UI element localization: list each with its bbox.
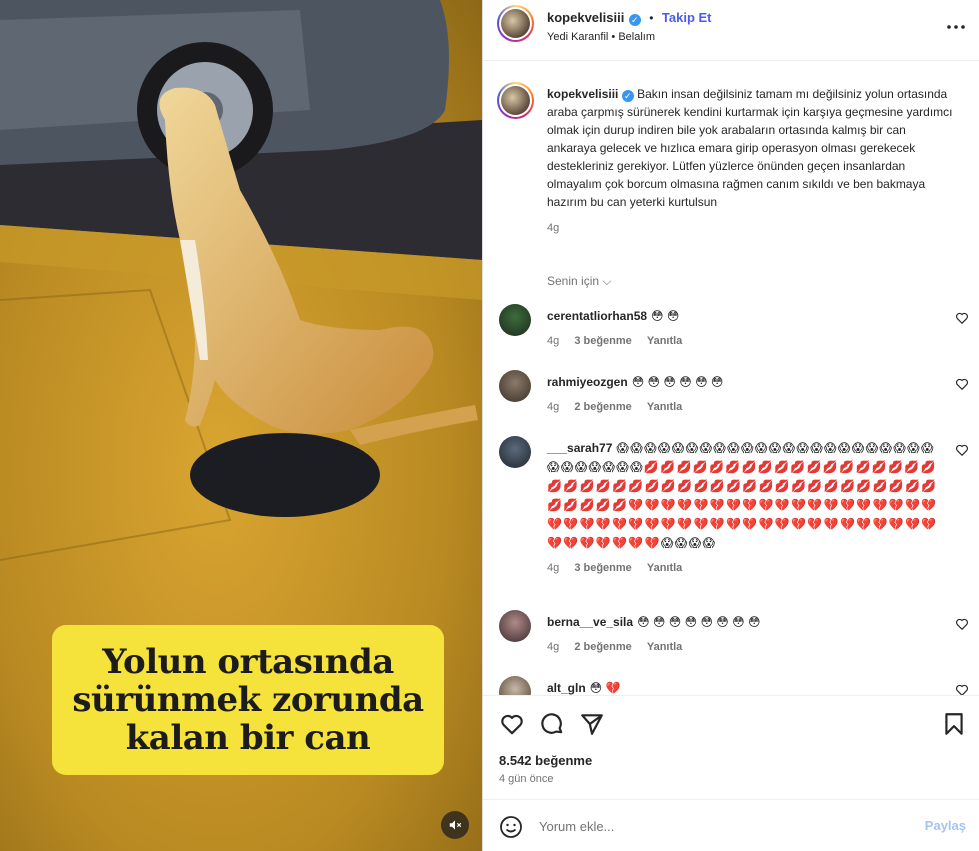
author-avatar[interactable] [497,5,534,42]
commenter-avatar[interactable] [499,370,531,402]
post-video[interactable]: Yolun ortasında sürünmek zorunda kalan b… [0,0,482,851]
for-you-label: Senin için [547,274,600,288]
volume-off-icon [449,820,462,830]
reply-button[interactable]: Yanıtla [647,641,682,653]
comment-text: 😳 😳 😳 😳 😳 😳 [631,375,724,389]
comment-icon[interactable] [539,711,565,737]
comment-likes[interactable]: 2 beğenme [574,401,631,413]
comment-likes[interactable]: 3 beğenme [574,562,631,574]
commenter-avatar[interactable] [499,610,531,642]
comment-text: 😳 😳 😳 😳 😳 😳 😳 😳 [637,615,761,629]
reply-button[interactable]: Yanıtla [647,335,682,347]
post-header: kopekvelisiii ✓ • Takip Et Yedi Karanfil… [483,0,979,61]
post-side-panel: kopekvelisiii ✓ • Takip Et Yedi Karanfil… [482,0,979,851]
heart-outline-icon[interactable] [499,711,525,737]
bookmark-icon[interactable] [941,711,967,737]
music-title: Belalım [618,31,656,43]
author-username[interactable]: kopekvelisiii [547,10,624,25]
comment-username[interactable]: rahmiyeozgen [547,375,628,389]
comment-likes[interactable]: 3 beğenme [574,335,631,347]
comment-composer: Paylaş [483,799,979,851]
verified-badge-icon: ✓ [628,14,641,26]
separator-dot: • [611,31,616,43]
comment-text: 😱 😱 😱 😱 😱 😱 😱 😱 😱 😱 😱 😱 😱 😱 😱 😱 😱 😱 😱 😱 … [547,441,936,550]
comment-item: berna__ve_sila 😳 😳 😳 😳 😳 😳 😳 😳 4g 2 beğen… [499,610,969,660]
post-caption: kopekvelisiii ✓ Bakın insan değilsiniz t… [547,85,957,237]
comments-scroll[interactable]: kopekvelisiii ✓ Bakın insan değilsiniz t… [483,62,979,695]
caption-username[interactable]: kopekvelisiii [547,87,618,101]
comment-item: ___sarah77 😱 😱 😱 😱 😱 😱 😱 😱 😱 😱 😱 😱 😱 😱 😱 … [499,436,969,586]
comment-item: rahmiyeozgen 😳 😳 😳 😳 😳 😳 4g 2 beğenme Yan… [499,370,969,420]
comment-username[interactable]: alt_gln [547,681,586,695]
heart-outline-icon[interactable] [955,443,969,457]
comment-text: 😳 😳 [651,309,680,323]
comment-username[interactable]: berna__ve_sila [547,615,633,629]
reply-button[interactable]: Yanıtla [647,562,682,574]
caption-text: Bakın insan değilsiniz tamam mı değilsin… [547,87,953,209]
verified-badge-icon: ✓ [621,90,634,102]
smiley-icon[interactable] [499,815,523,839]
comment-age: 4g [547,401,560,413]
separator-dot: • [649,11,654,25]
caption-line: sürünmek zorunda [72,680,424,720]
chevron-down-icon: ⌵ [602,274,612,288]
heart-outline-icon[interactable] [955,683,969,695]
video-caption: Yolun ortasında sürünmek zorunda kalan b… [52,625,444,775]
comment-item: alt_gln 😳 💔 [499,676,969,695]
commenter-avatar[interactable] [499,436,531,468]
mute-button[interactable] [441,811,469,839]
music-artist: Yedi Karanfil [547,31,609,43]
comment-item: cerentatliorhan58 😳 😳 4g 3 beğenme Yanıtl… [499,304,969,354]
caption-line: kalan bir can [125,718,371,758]
post-age: 4g [547,222,560,234]
post-date: 4 gün önce [499,773,554,785]
reply-button[interactable]: Yanıtla [647,401,682,413]
heart-outline-icon[interactable] [955,311,969,325]
comment-age: 4g [547,641,560,653]
music-info[interactable]: Yedi Karanfil • Belalım [547,31,655,43]
comment-text: 😳 💔 [589,681,621,695]
comment-likes[interactable]: 2 beğenme [574,641,631,653]
comment-username[interactable]: ___sarah77 [547,441,612,455]
author-avatar[interactable] [497,82,534,119]
like-count[interactable]: 8.542 beğenme [499,753,592,768]
more-options-icon[interactable] [946,17,966,37]
comment-username[interactable]: cerentatliorhan58 [547,309,647,323]
paper-plane-icon[interactable] [579,711,605,737]
comment-age: 4g [547,335,560,347]
follow-button[interactable]: Takip Et [662,10,712,25]
caption-line: Yolun ortasında [102,642,394,682]
comment-input[interactable] [539,814,899,838]
heart-outline-icon[interactable] [955,617,969,631]
post-comment-button[interactable]: Paylaş [925,818,966,833]
commenter-avatar[interactable] [499,676,531,695]
commenter-avatar[interactable] [499,304,531,336]
post-actions: 8.542 beğenme 4 gün önce [483,695,979,799]
comment-age: 4g [547,562,560,574]
for-you-dropdown[interactable]: Senin için ⌵ [547,274,611,289]
heart-outline-icon[interactable] [955,377,969,391]
